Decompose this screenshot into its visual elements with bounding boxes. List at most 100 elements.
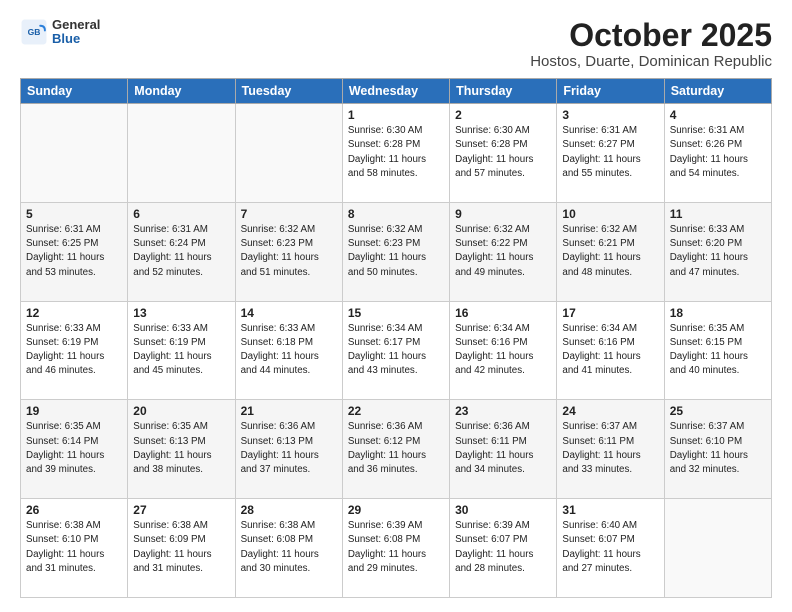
calendar-body: 1 Sunrise: 6:30 AM Sunset: 6:28 PM Daylig… xyxy=(21,104,772,598)
day-info: Sunrise: 6:32 AM Sunset: 6:22 PM Dayligh… xyxy=(455,223,551,280)
day-info: Sunrise: 6:32 AM Sunset: 6:23 PM Dayligh… xyxy=(348,223,444,280)
day-info: Sunrise: 6:33 AM Sunset: 6:19 PM Dayligh… xyxy=(26,322,122,379)
month-title: October 2025 xyxy=(530,18,772,53)
day-number: 2 xyxy=(455,108,551,122)
title-block: October 2025 Hostos, Duarte, Dominican R… xyxy=(530,18,772,70)
day-number: 10 xyxy=(562,207,658,221)
logo-general: General xyxy=(52,18,100,32)
day-info: Sunrise: 6:33 AM Sunset: 6:19 PM Dayligh… xyxy=(133,322,229,379)
calendar-day-31: 31 Sunrise: 6:40 AM Sunset: 6:07 PM Dayli… xyxy=(557,499,664,598)
day-number: 25 xyxy=(670,404,766,418)
weekday-header-friday: Friday xyxy=(557,79,664,104)
day-number: 14 xyxy=(241,306,337,320)
calendar-day-20: 20 Sunrise: 6:35 AM Sunset: 6:13 PM Dayli… xyxy=(128,400,235,499)
day-number: 30 xyxy=(455,503,551,517)
day-info: Sunrise: 6:30 AM Sunset: 6:28 PM Dayligh… xyxy=(455,124,551,181)
day-number: 13 xyxy=(133,306,229,320)
day-info: Sunrise: 6:35 AM Sunset: 6:13 PM Dayligh… xyxy=(133,420,229,477)
day-number: 12 xyxy=(26,306,122,320)
calendar-week-row: 1 Sunrise: 6:30 AM Sunset: 6:28 PM Daylig… xyxy=(21,104,772,203)
day-number: 7 xyxy=(241,207,337,221)
day-info: Sunrise: 6:31 AM Sunset: 6:24 PM Dayligh… xyxy=(133,223,229,280)
day-number: 22 xyxy=(348,404,444,418)
day-number: 6 xyxy=(133,207,229,221)
day-info: Sunrise: 6:32 AM Sunset: 6:21 PM Dayligh… xyxy=(562,223,658,280)
empty-day-cell xyxy=(664,499,771,598)
calendar-table: SundayMondayTuesdayWednesdayThursdayFrid… xyxy=(20,78,772,598)
day-number: 20 xyxy=(133,404,229,418)
location-title: Hostos, Duarte, Dominican Republic xyxy=(530,53,772,70)
day-number: 8 xyxy=(348,207,444,221)
calendar-day-14: 14 Sunrise: 6:33 AM Sunset: 6:18 PM Dayli… xyxy=(235,301,342,400)
day-info: Sunrise: 6:31 AM Sunset: 6:26 PM Dayligh… xyxy=(670,124,766,181)
day-number: 5 xyxy=(26,207,122,221)
calendar-week-row: 26 Sunrise: 6:38 AM Sunset: 6:10 PM Dayli… xyxy=(21,499,772,598)
day-number: 23 xyxy=(455,404,551,418)
day-number: 16 xyxy=(455,306,551,320)
calendar-day-26: 26 Sunrise: 6:38 AM Sunset: 6:10 PM Dayli… xyxy=(21,499,128,598)
day-number: 31 xyxy=(562,503,658,517)
calendar-day-10: 10 Sunrise: 6:32 AM Sunset: 6:21 PM Dayli… xyxy=(557,202,664,301)
day-number: 17 xyxy=(562,306,658,320)
day-info: Sunrise: 6:37 AM Sunset: 6:11 PM Dayligh… xyxy=(562,420,658,477)
calendar-week-row: 5 Sunrise: 6:31 AM Sunset: 6:25 PM Daylig… xyxy=(21,202,772,301)
calendar-day-30: 30 Sunrise: 6:39 AM Sunset: 6:07 PM Dayli… xyxy=(450,499,557,598)
day-info: Sunrise: 6:34 AM Sunset: 6:16 PM Dayligh… xyxy=(562,322,658,379)
logo: GB General Blue xyxy=(20,18,100,47)
day-info: Sunrise: 6:36 AM Sunset: 6:12 PM Dayligh… xyxy=(348,420,444,477)
day-info: Sunrise: 6:38 AM Sunset: 6:08 PM Dayligh… xyxy=(241,519,337,576)
day-number: 21 xyxy=(241,404,337,418)
day-number: 4 xyxy=(670,108,766,122)
calendar-day-3: 3 Sunrise: 6:31 AM Sunset: 6:27 PM Daylig… xyxy=(557,104,664,203)
empty-day-cell xyxy=(21,104,128,203)
calendar-day-27: 27 Sunrise: 6:38 AM Sunset: 6:09 PM Dayli… xyxy=(128,499,235,598)
day-info: Sunrise: 6:33 AM Sunset: 6:18 PM Dayligh… xyxy=(241,322,337,379)
logo-blue: Blue xyxy=(52,32,100,46)
day-info: Sunrise: 6:39 AM Sunset: 6:07 PM Dayligh… xyxy=(455,519,551,576)
day-number: 19 xyxy=(26,404,122,418)
calendar-day-24: 24 Sunrise: 6:37 AM Sunset: 6:11 PM Dayli… xyxy=(557,400,664,499)
calendar-day-9: 9 Sunrise: 6:32 AM Sunset: 6:22 PM Daylig… xyxy=(450,202,557,301)
day-number: 1 xyxy=(348,108,444,122)
day-number: 29 xyxy=(348,503,444,517)
weekday-header-tuesday: Tuesday xyxy=(235,79,342,104)
day-number: 28 xyxy=(241,503,337,517)
day-number: 26 xyxy=(26,503,122,517)
empty-day-cell xyxy=(128,104,235,203)
calendar-day-6: 6 Sunrise: 6:31 AM Sunset: 6:24 PM Daylig… xyxy=(128,202,235,301)
header: GB General Blue October 2025 Hostos, Dua… xyxy=(20,18,772,70)
calendar-header-row: SundayMondayTuesdayWednesdayThursdayFrid… xyxy=(21,79,772,104)
calendar-day-28: 28 Sunrise: 6:38 AM Sunset: 6:08 PM Dayli… xyxy=(235,499,342,598)
calendar-day-11: 11Sunrise: 6:33 AM Sunset: 6:20 PM Dayli… xyxy=(664,202,771,301)
weekday-header-monday: Monday xyxy=(128,79,235,104)
calendar-day-5: 5 Sunrise: 6:31 AM Sunset: 6:25 PM Daylig… xyxy=(21,202,128,301)
day-info: Sunrise: 6:34 AM Sunset: 6:16 PM Dayligh… xyxy=(455,322,551,379)
day-info: Sunrise: 6:38 AM Sunset: 6:09 PM Dayligh… xyxy=(133,519,229,576)
weekday-header-sunday: Sunday xyxy=(21,79,128,104)
calendar-day-21: 21Sunrise: 6:36 AM Sunset: 6:13 PM Dayli… xyxy=(235,400,342,499)
calendar-week-row: 12 Sunrise: 6:33 AM Sunset: 6:19 PM Dayli… xyxy=(21,301,772,400)
calendar-week-row: 19Sunrise: 6:35 AM Sunset: 6:14 PM Dayli… xyxy=(21,400,772,499)
day-number: 27 xyxy=(133,503,229,517)
day-info: Sunrise: 6:31 AM Sunset: 6:27 PM Dayligh… xyxy=(562,124,658,181)
day-info: Sunrise: 6:31 AM Sunset: 6:25 PM Dayligh… xyxy=(26,223,122,280)
calendar-day-25: 25 Sunrise: 6:37 AM Sunset: 6:10 PM Dayli… xyxy=(664,400,771,499)
day-info: Sunrise: 6:40 AM Sunset: 6:07 PM Dayligh… xyxy=(562,519,658,576)
calendar-day-23: 23Sunrise: 6:36 AM Sunset: 6:11 PM Dayli… xyxy=(450,400,557,499)
calendar-day-7: 7Sunrise: 6:32 AM Sunset: 6:23 PM Daylig… xyxy=(235,202,342,301)
day-info: Sunrise: 6:38 AM Sunset: 6:10 PM Dayligh… xyxy=(26,519,122,576)
weekday-header-thursday: Thursday xyxy=(450,79,557,104)
logo-icon: GB xyxy=(20,18,48,46)
day-number: 9 xyxy=(455,207,551,221)
day-info: Sunrise: 6:34 AM Sunset: 6:17 PM Dayligh… xyxy=(348,322,444,379)
calendar-day-4: 4 Sunrise: 6:31 AM Sunset: 6:26 PM Daylig… xyxy=(664,104,771,203)
day-info: Sunrise: 6:33 AM Sunset: 6:20 PM Dayligh… xyxy=(670,223,766,280)
calendar-day-17: 17 Sunrise: 6:34 AM Sunset: 6:16 PM Dayli… xyxy=(557,301,664,400)
calendar-day-1: 1Sunrise: 6:30 AM Sunset: 6:28 PM Daylig… xyxy=(342,104,449,203)
calendar-day-12: 12 Sunrise: 6:33 AM Sunset: 6:19 PM Dayli… xyxy=(21,301,128,400)
day-number: 3 xyxy=(562,108,658,122)
day-number: 24 xyxy=(562,404,658,418)
day-info: Sunrise: 6:35 AM Sunset: 6:15 PM Dayligh… xyxy=(670,322,766,379)
day-info: Sunrise: 6:37 AM Sunset: 6:10 PM Dayligh… xyxy=(670,420,766,477)
calendar-day-8: 8 Sunrise: 6:32 AM Sunset: 6:23 PM Daylig… xyxy=(342,202,449,301)
